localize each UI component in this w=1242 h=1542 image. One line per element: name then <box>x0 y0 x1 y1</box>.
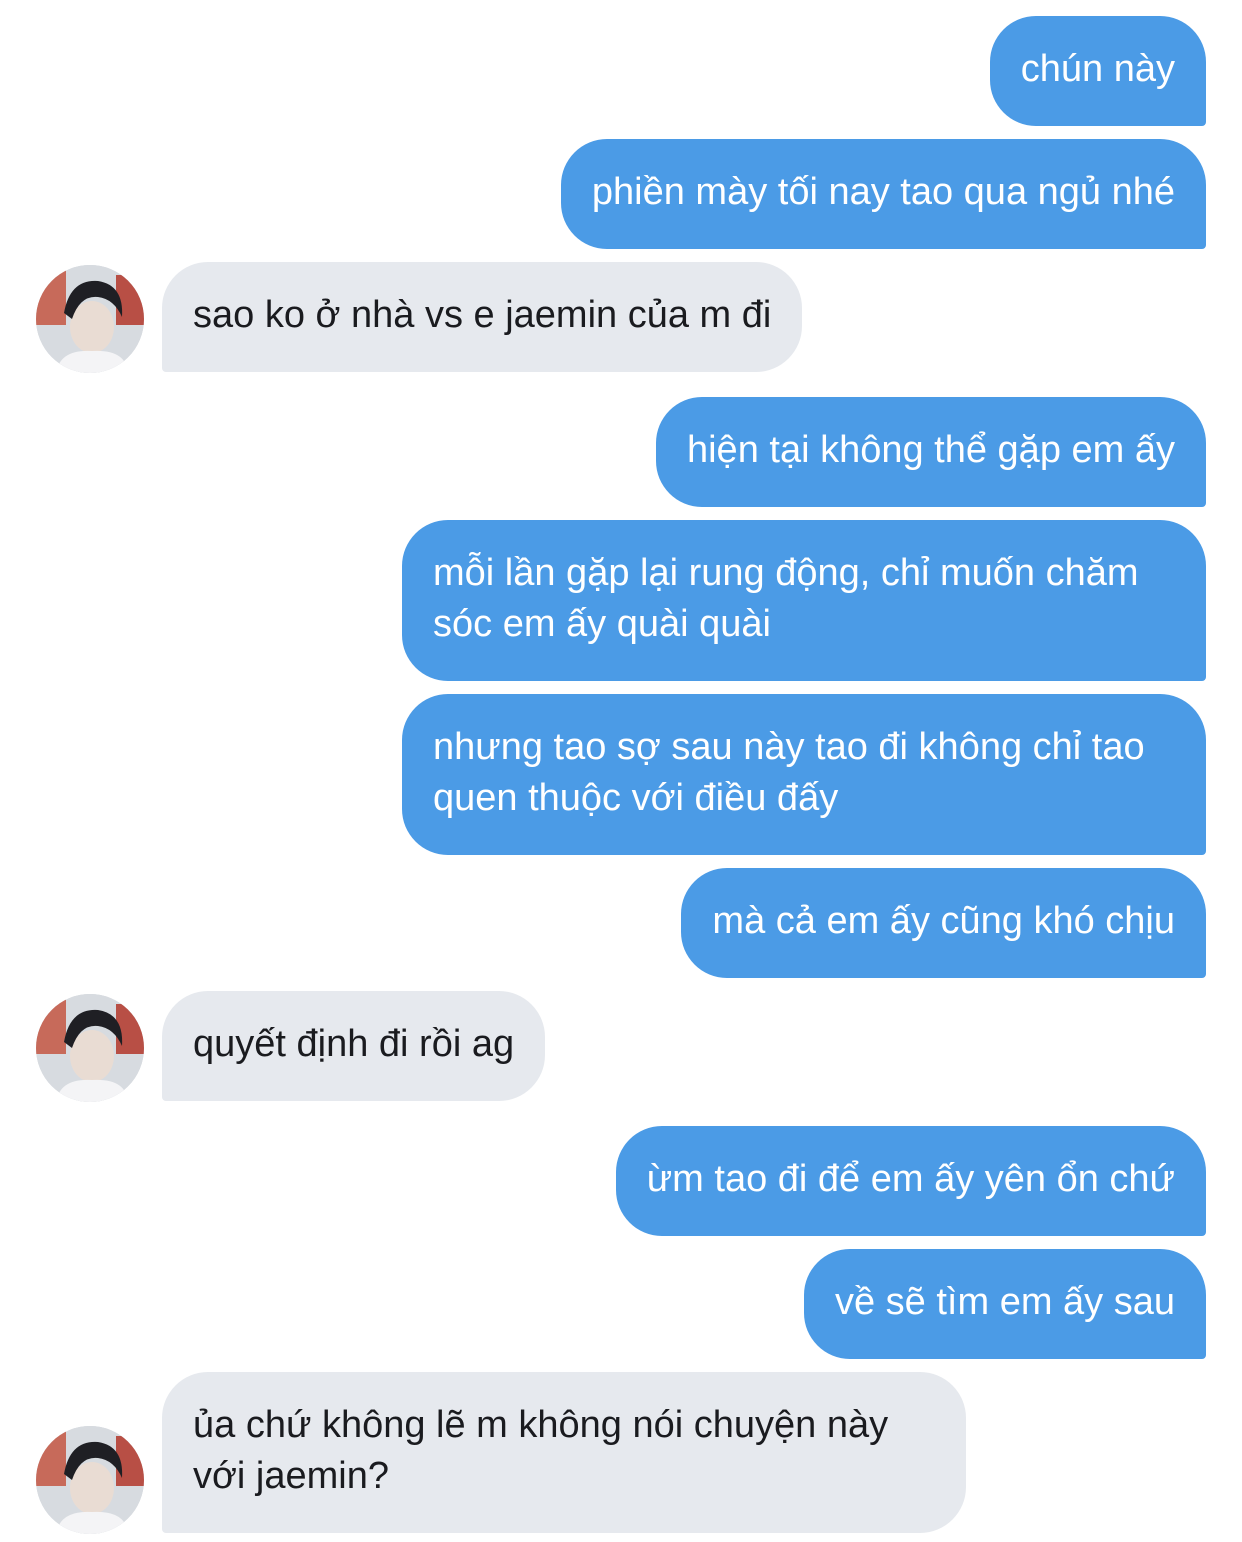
outgoing-message-bubble[interactable]: về sẽ tìm em ấy sau <box>803 1249 1206 1359</box>
outgoing-message-bubble[interactable]: nhưng tao sợ sau này tao đi không chỉ ta… <box>402 694 1206 855</box>
outgoing-message-bubble[interactable]: mà cả em ấy cũng khó chịu <box>681 868 1206 978</box>
contact-avatar[interactable] <box>36 1426 144 1534</box>
message-thread: chún này phiền mày tối nay tao qua ngủ n… <box>0 0 1242 1542</box>
outgoing-message-bubble[interactable]: mỗi lần gặp lại rung động, chỉ muốn chăm… <box>402 520 1206 681</box>
outgoing-message-bubble[interactable]: chún này <box>989 16 1206 126</box>
avatar-photo-icon <box>36 994 144 1102</box>
outgoing-message-bubble[interactable]: phiền mày tối nay tao qua ngủ nhé <box>560 139 1206 249</box>
incoming-message-bubble[interactable]: sao ko ở nhà vs e jaemin của m đi <box>162 262 803 372</box>
avatar-photo-icon <box>36 265 144 373</box>
incoming-message-bubble[interactable]: ủa chứ không lẽ m không nói chuyện này v… <box>162 1372 966 1533</box>
incoming-message-bubble[interactable]: quyết định đi rồi ag <box>162 991 546 1101</box>
avatar-photo-icon <box>36 1426 144 1534</box>
contact-avatar[interactable] <box>36 265 144 373</box>
outgoing-message-bubble[interactable]: hiện tại không thể gặp em ấy <box>655 397 1206 507</box>
outgoing-message-bubble[interactable]: ừm tao đi để em ấy yên ổn chứ <box>615 1126 1206 1236</box>
contact-avatar[interactable] <box>36 994 144 1102</box>
